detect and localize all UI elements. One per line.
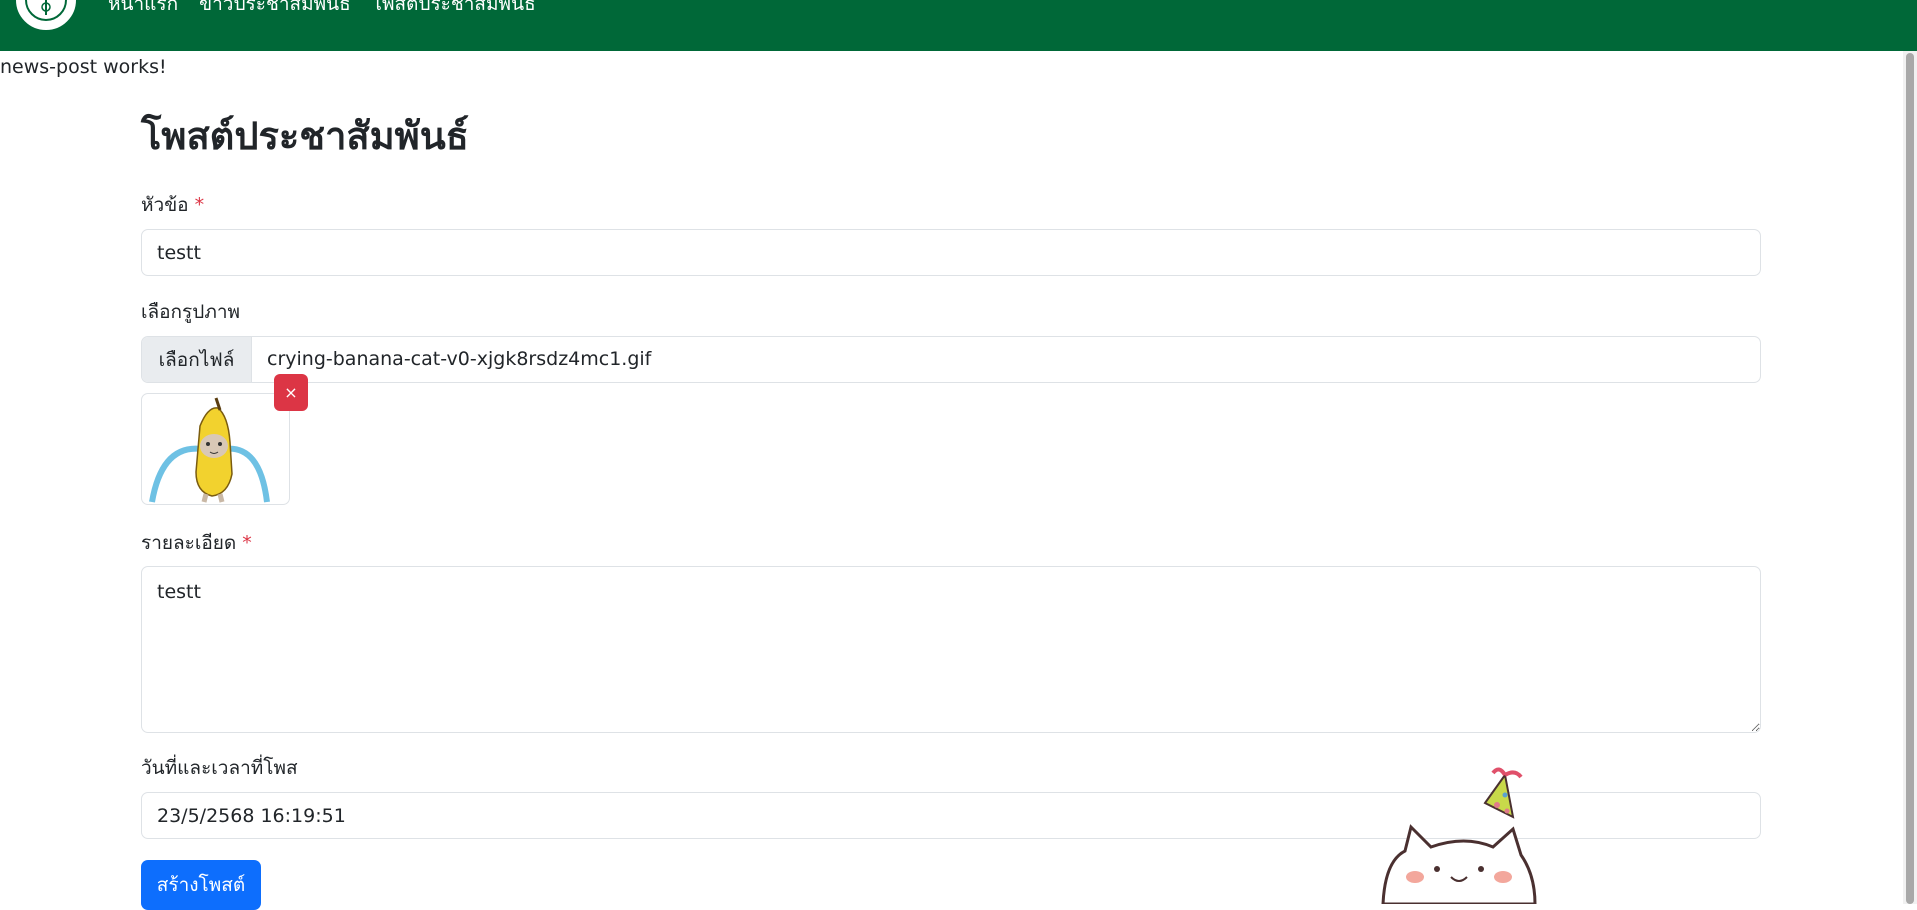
headline-label: หัวข้อ *: [141, 193, 204, 217]
headline-input[interactable]: [141, 229, 1761, 276]
page-title: โพสต์ประชาสัมพันธ์: [141, 114, 469, 158]
nav-links: หน้าแรก ข่าวประชาสัมพันธ์ โพสต์ประชาสัมพ…: [108, 0, 536, 16]
nav-link-news[interactable]: ข่าวประชาสัมพันธ์: [199, 0, 351, 16]
scrollbar-thumb[interactable]: [1906, 53, 1914, 904]
choose-file-button[interactable]: เลือกไฟล์: [142, 337, 252, 382]
component-status-text: news-post works!: [0, 56, 167, 78]
party-cat-sticker: [1381, 767, 1537, 904]
nav-link-post[interactable]: โพสต์ประชาสัมพันธ์: [372, 0, 536, 16]
image-label: เลือกรูปภาพ: [141, 301, 241, 323]
nav-link-home[interactable]: หน้าแรก: [108, 0, 178, 16]
page-scrollbar[interactable]: [1903, 51, 1917, 904]
image-preview: [141, 393, 290, 505]
ministry-logo[interactable]: [16, 0, 76, 30]
create-post-button[interactable]: สร้างโพสต์: [141, 860, 261, 910]
required-mark: *: [194, 194, 205, 216]
headline-label-text: หัวข้อ: [141, 194, 189, 216]
logo-emblem: [25, 0, 67, 21]
detail-label: รายละเอียด *: [141, 531, 252, 555]
detail-textarea[interactable]: testt: [141, 566, 1761, 733]
banana-cat-image: [149, 397, 270, 503]
remove-image-button[interactable]: ×: [274, 374, 308, 411]
top-navbar: หน้าแรก ข่าวประชาสัมพันธ์ โพสต์ประชาสัมพ…: [0, 0, 1917, 51]
required-mark: *: [242, 532, 252, 554]
detail-label-text: รายละเอียด: [141, 532, 237, 554]
file-name: crying-banana-cat-v0-xjgk8rsdz4mc1.gif: [267, 348, 652, 370]
file-input[interactable]: เลือกไฟล์ crying-banana-cat-v0-xjgk8rsdz…: [141, 336, 1761, 383]
datetime-label: วันที่และเวลาที่โพส: [141, 757, 298, 779]
